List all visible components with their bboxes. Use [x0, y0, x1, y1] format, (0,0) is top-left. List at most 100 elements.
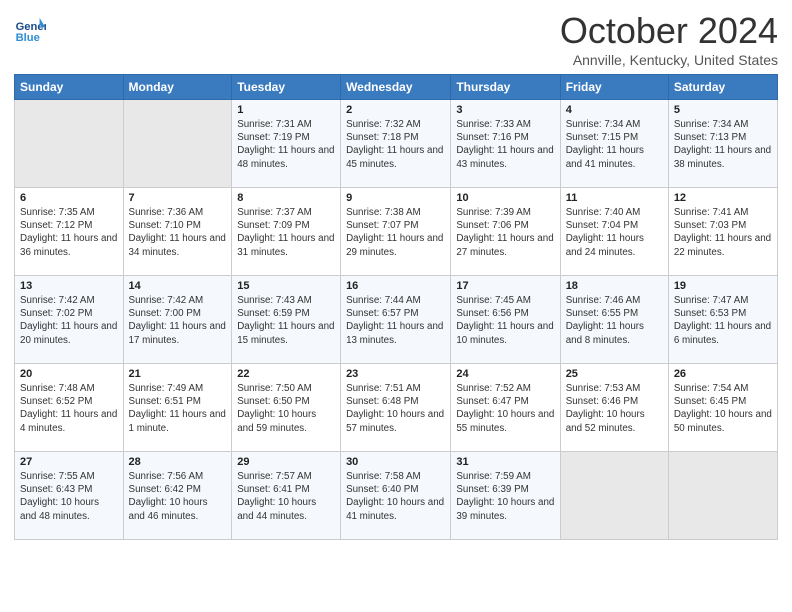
day-detail: Sunrise: 7:47 AM Sunset: 6:53 PM Dayligh…: [674, 294, 772, 347]
calendar-cell: 2Sunrise: 7:32 AM Sunset: 7:18 PM Daylig…: [341, 100, 451, 188]
calendar-cell: 27 Sunrise: 7:55 AM Sunset: 6:43 PM Dayli…: [15, 452, 124, 540]
day-detail: Sunrise: 7:43 AM Sunset: 6:59 PM Dayligh…: [237, 294, 335, 347]
calendar-table: SundayMondayTuesdayWednesdayThursdayFrid…: [14, 74, 778, 540]
calendar-cell: 3 Sunrise: 7:33 AM Sunset: 7:16 PM Daylig…: [451, 100, 560, 188]
calendar-cell: 1Sunrise: 7:31 AM Sunset: 7:19 PM Daylig…: [232, 100, 341, 188]
day-detail: Sunrise: 7:46 AM Sunset: 6:55 PM Dayligh…: [566, 294, 663, 347]
calendar-cell: 24 Sunrise: 7:52 AM Sunset: 6:47 PM Dayli…: [451, 364, 560, 452]
day-number: 17: [456, 280, 554, 292]
day-number: 29: [237, 456, 335, 468]
day-detail: Sunrise: 7:52 AM Sunset: 6:47 PM Dayligh…: [456, 382, 554, 435]
day-detail: Sunrise: 7:55 AM Sunset: 6:43 PM Dayligh…: [20, 470, 118, 523]
logo-icon: General Blue: [14, 14, 46, 46]
calendar-cell: 5 Sunrise: 7:34 AM Sunset: 7:13 PM Daylig…: [668, 100, 777, 188]
day-number: 21: [129, 368, 227, 380]
day-number: 20: [20, 368, 118, 380]
calendar-header-row: SundayMondayTuesdayWednesdayThursdayFrid…: [15, 75, 778, 100]
day-number: 22: [237, 368, 335, 380]
location-title: Annville, Kentucky, United States: [560, 52, 778, 68]
day-number: 7: [129, 192, 227, 204]
day-number: 9: [346, 192, 445, 204]
calendar-cell: 11 Sunrise: 7:40 AM Sunset: 7:04 PM Dayli…: [560, 188, 668, 276]
day-detail: Sunrise: 7:41 AM Sunset: 7:03 PM Dayligh…: [674, 206, 772, 259]
day-detail: Sunrise: 7:34 AM Sunset: 7:13 PM Dayligh…: [674, 118, 772, 171]
calendar-day-header: Sunday: [15, 75, 124, 100]
calendar-cell: 15Sunrise: 7:43 AM Sunset: 6:59 PM Dayli…: [232, 276, 341, 364]
day-number: 25: [566, 368, 663, 380]
header: General Blue October 2024 Annville, Kent…: [14, 10, 778, 68]
calendar-cell: 23 Sunrise: 7:51 AM Sunset: 6:48 PM Dayli…: [341, 364, 451, 452]
day-number: 24: [456, 368, 554, 380]
day-number: 6: [20, 192, 118, 204]
calendar-cell: [123, 100, 232, 188]
day-number: 30: [346, 456, 445, 468]
calendar-cell: 9 Sunrise: 7:38 AM Sunset: 7:07 PM Daylig…: [341, 188, 451, 276]
calendar-day-header: Friday: [560, 75, 668, 100]
calendar-week-row: 27 Sunrise: 7:55 AM Sunset: 6:43 PM Dayli…: [15, 452, 778, 540]
calendar-cell: 26Sunrise: 7:54 AM Sunset: 6:45 PM Dayli…: [668, 364, 777, 452]
day-number: 1: [237, 104, 335, 116]
calendar-week-row: 20 Sunrise: 7:48 AM Sunset: 6:52 PM Dayli…: [15, 364, 778, 452]
calendar-cell: [668, 452, 777, 540]
calendar-cell: 8 Sunrise: 7:37 AM Sunset: 7:09 PM Daylig…: [232, 188, 341, 276]
svg-text:Blue: Blue: [16, 32, 40, 44]
page-container: General Blue October 2024 Annville, Kent…: [0, 0, 792, 550]
calendar-week-row: 13Sunrise: 7:42 AM Sunset: 7:02 PM Dayli…: [15, 276, 778, 364]
month-title: October 2024: [560, 10, 778, 52]
calendar-cell: 19 Sunrise: 7:47 AM Sunset: 6:53 PM Dayli…: [668, 276, 777, 364]
calendar-day-header: Saturday: [668, 75, 777, 100]
day-number: 5: [674, 104, 772, 116]
day-number: 11: [566, 192, 663, 204]
day-detail: Sunrise: 7:33 AM Sunset: 7:16 PM Dayligh…: [456, 118, 554, 171]
day-detail: Sunrise: 7:59 AM Sunset: 6:39 PM Dayligh…: [456, 470, 554, 523]
day-detail: Sunrise: 7:34 AM Sunset: 7:15 PM Dayligh…: [566, 118, 663, 171]
calendar-cell: [560, 452, 668, 540]
calendar-cell: 30 Sunrise: 7:58 AM Sunset: 6:40 PM Dayli…: [341, 452, 451, 540]
day-detail: Sunrise: 7:53 AM Sunset: 6:46 PM Dayligh…: [566, 382, 663, 435]
day-detail: Sunrise: 7:50 AM Sunset: 6:50 PM Dayligh…: [237, 382, 335, 435]
calendar-cell: 16Sunrise: 7:44 AM Sunset: 6:57 PM Dayli…: [341, 276, 451, 364]
day-detail: Sunrise: 7:57 AM Sunset: 6:41 PM Dayligh…: [237, 470, 335, 523]
calendar-cell: 21 Sunrise: 7:49 AM Sunset: 6:51 PM Dayli…: [123, 364, 232, 452]
day-detail: Sunrise: 7:58 AM Sunset: 6:40 PM Dayligh…: [346, 470, 445, 523]
calendar-cell: [15, 100, 124, 188]
day-detail: Sunrise: 7:49 AM Sunset: 6:51 PM Dayligh…: [129, 382, 227, 435]
calendar-day-header: Monday: [123, 75, 232, 100]
day-number: 13: [20, 280, 118, 292]
calendar-cell: 29 Sunrise: 7:57 AM Sunset: 6:41 PM Dayli…: [232, 452, 341, 540]
day-detail: Sunrise: 7:32 AM Sunset: 7:18 PM Dayligh…: [346, 118, 445, 171]
day-number: 8: [237, 192, 335, 204]
calendar-week-row: 6 Sunrise: 7:35 AM Sunset: 7:12 PM Daylig…: [15, 188, 778, 276]
day-detail: Sunrise: 7:38 AM Sunset: 7:07 PM Dayligh…: [346, 206, 445, 259]
calendar-cell: 17Sunrise: 7:45 AM Sunset: 6:56 PM Dayli…: [451, 276, 560, 364]
calendar-week-row: 1Sunrise: 7:31 AM Sunset: 7:19 PM Daylig…: [15, 100, 778, 188]
day-number: 14: [129, 280, 227, 292]
day-number: 27: [20, 456, 118, 468]
calendar-cell: 4 Sunrise: 7:34 AM Sunset: 7:15 PM Daylig…: [560, 100, 668, 188]
calendar-day-header: Wednesday: [341, 75, 451, 100]
day-detail: Sunrise: 7:36 AM Sunset: 7:10 PM Dayligh…: [129, 206, 227, 259]
day-number: 4: [566, 104, 663, 116]
day-detail: Sunrise: 7:42 AM Sunset: 7:00 PM Dayligh…: [129, 294, 227, 347]
day-number: 23: [346, 368, 445, 380]
day-detail: Sunrise: 7:48 AM Sunset: 6:52 PM Dayligh…: [20, 382, 118, 435]
calendar-cell: 18Sunrise: 7:46 AM Sunset: 6:55 PM Dayli…: [560, 276, 668, 364]
calendar-cell: 25 Sunrise: 7:53 AM Sunset: 6:46 PM Dayli…: [560, 364, 668, 452]
day-number: 26: [674, 368, 772, 380]
day-number: 3: [456, 104, 554, 116]
calendar-cell: 28Sunrise: 7:56 AM Sunset: 6:42 PM Dayli…: [123, 452, 232, 540]
calendar-cell: 14 Sunrise: 7:42 AM Sunset: 7:00 PM Dayli…: [123, 276, 232, 364]
day-number: 12: [674, 192, 772, 204]
calendar-cell: 12 Sunrise: 7:41 AM Sunset: 7:03 PM Dayli…: [668, 188, 777, 276]
calendar-day-header: Tuesday: [232, 75, 341, 100]
day-detail: Sunrise: 7:40 AM Sunset: 7:04 PM Dayligh…: [566, 206, 663, 259]
day-detail: Sunrise: 7:51 AM Sunset: 6:48 PM Dayligh…: [346, 382, 445, 435]
calendar-cell: 20 Sunrise: 7:48 AM Sunset: 6:52 PM Dayli…: [15, 364, 124, 452]
calendar-cell: 7 Sunrise: 7:36 AM Sunset: 7:10 PM Daylig…: [123, 188, 232, 276]
calendar-cell: 6 Sunrise: 7:35 AM Sunset: 7:12 PM Daylig…: [15, 188, 124, 276]
calendar-day-header: Thursday: [451, 75, 560, 100]
calendar-cell: 22 Sunrise: 7:50 AM Sunset: 6:50 PM Dayli…: [232, 364, 341, 452]
day-detail: Sunrise: 7:35 AM Sunset: 7:12 PM Dayligh…: [20, 206, 118, 259]
day-detail: Sunrise: 7:37 AM Sunset: 7:09 PM Dayligh…: [237, 206, 335, 259]
day-number: 19: [674, 280, 772, 292]
